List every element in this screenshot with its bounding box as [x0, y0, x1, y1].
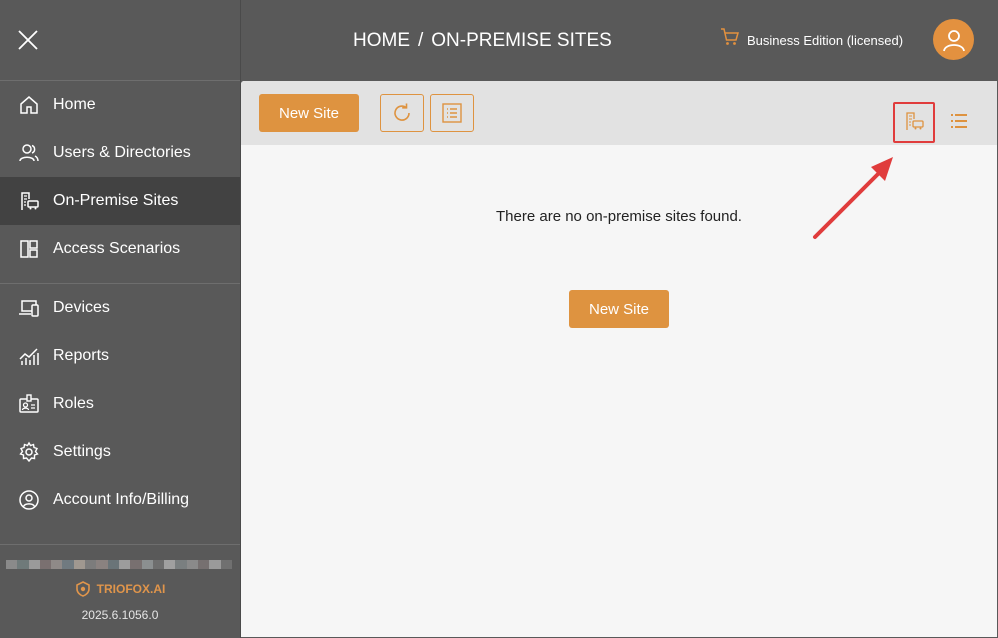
- sidebar-item-reports[interactable]: Reports: [0, 332, 240, 380]
- blurred-license-info: [6, 560, 232, 569]
- app-window: Home Users & Directories On-Premise Site…: [0, 0, 998, 638]
- sidebar-item-account-billing[interactable]: Account Info/Billing: [0, 476, 240, 524]
- sidebar-item-access-scenarios[interactable]: Access Scenarios: [0, 225, 240, 273]
- user-icon: [942, 29, 965, 51]
- breadcrumb-current: ON-PREMISE SITES: [431, 30, 612, 51]
- id-badge-icon: [18, 393, 40, 415]
- sidebar-item-label: Users & Directories: [53, 144, 191, 161]
- layout-icon: [18, 238, 40, 260]
- license-edition[interactable]: Business Edition (licensed): [747, 33, 903, 48]
- sidebar-item-devices[interactable]: Devices: [0, 284, 240, 332]
- cart-icon[interactable]: [720, 27, 740, 47]
- sidebar-item-label: Reports: [53, 347, 110, 364]
- list-view-button[interactable]: [941, 103, 977, 139]
- annotation-arrow-icon: [813, 157, 893, 239]
- sidebar-item-settings[interactable]: Settings: [0, 428, 240, 476]
- new-site-button-empty-state[interactable]: New Site: [569, 290, 669, 328]
- brand-name: TRIOFOX.AI: [96, 582, 166, 596]
- new-site-button[interactable]: New Site: [259, 94, 359, 132]
- sidebar-item-label: Roles: [53, 395, 94, 412]
- users-icon: [18, 142, 40, 164]
- toolbar: New Site: [241, 81, 997, 145]
- version-number: 2025.6.1056.0: [81, 608, 159, 622]
- devices-icon: [18, 297, 40, 319]
- breadcrumb-separator: /: [418, 30, 424, 51]
- sidebar-item-label: Account Info/Billing: [53, 491, 190, 508]
- gear-icon: [18, 441, 40, 463]
- sidebar-item-label: Settings: [53, 443, 111, 460]
- triofox-logo-icon: [75, 581, 90, 597]
- refresh-icon: [394, 103, 410, 121]
- main-panel: New Site There are no on-premise sites f…: [241, 81, 997, 637]
- sidebar-item-home[interactable]: Home: [0, 81, 240, 129]
- list-view-icon: [951, 114, 967, 128]
- refresh-button[interactable]: [380, 94, 424, 132]
- home-icon: [18, 94, 40, 116]
- breadcrumb-home[interactable]: HOME: [353, 30, 410, 52]
- sidebar-item-roles[interactable]: Roles: [0, 380, 240, 428]
- list-detail-button[interactable]: [430, 94, 474, 132]
- sidebar: Home Users & Directories On-Premise Site…: [0, 0, 241, 638]
- sidebar-item-label: On-Premise Sites: [53, 192, 179, 209]
- building-icon: [18, 190, 40, 212]
- sidebar-item-on-premise-sites[interactable]: On-Premise Sites: [0, 177, 240, 225]
- top-header: HOME / ON-PREMISE SITES Business Edition…: [241, 0, 998, 81]
- sidebar-item-users-directories[interactable]: Users & Directories: [0, 129, 240, 177]
- sidebar-item-label: Devices: [53, 299, 110, 316]
- sidebar-item-label: Access Scenarios: [53, 240, 181, 257]
- avatar[interactable]: [933, 19, 974, 60]
- empty-state-message: There are no on-premise sites found.: [496, 208, 742, 225]
- account-icon: [18, 489, 40, 511]
- sidebar-item-label: Home: [53, 96, 96, 113]
- brand-logo: TRIOFOX.AI: [0, 581, 240, 597]
- breadcrumb: HOME / ON-PREMISE SITES: [353, 30, 612, 52]
- list-detail-icon: [442, 103, 462, 123]
- annotation-highlight-box: [893, 102, 935, 143]
- sidebar-divider: [0, 544, 240, 545]
- close-icon[interactable]: [14, 26, 42, 54]
- chart-icon: [18, 345, 40, 367]
